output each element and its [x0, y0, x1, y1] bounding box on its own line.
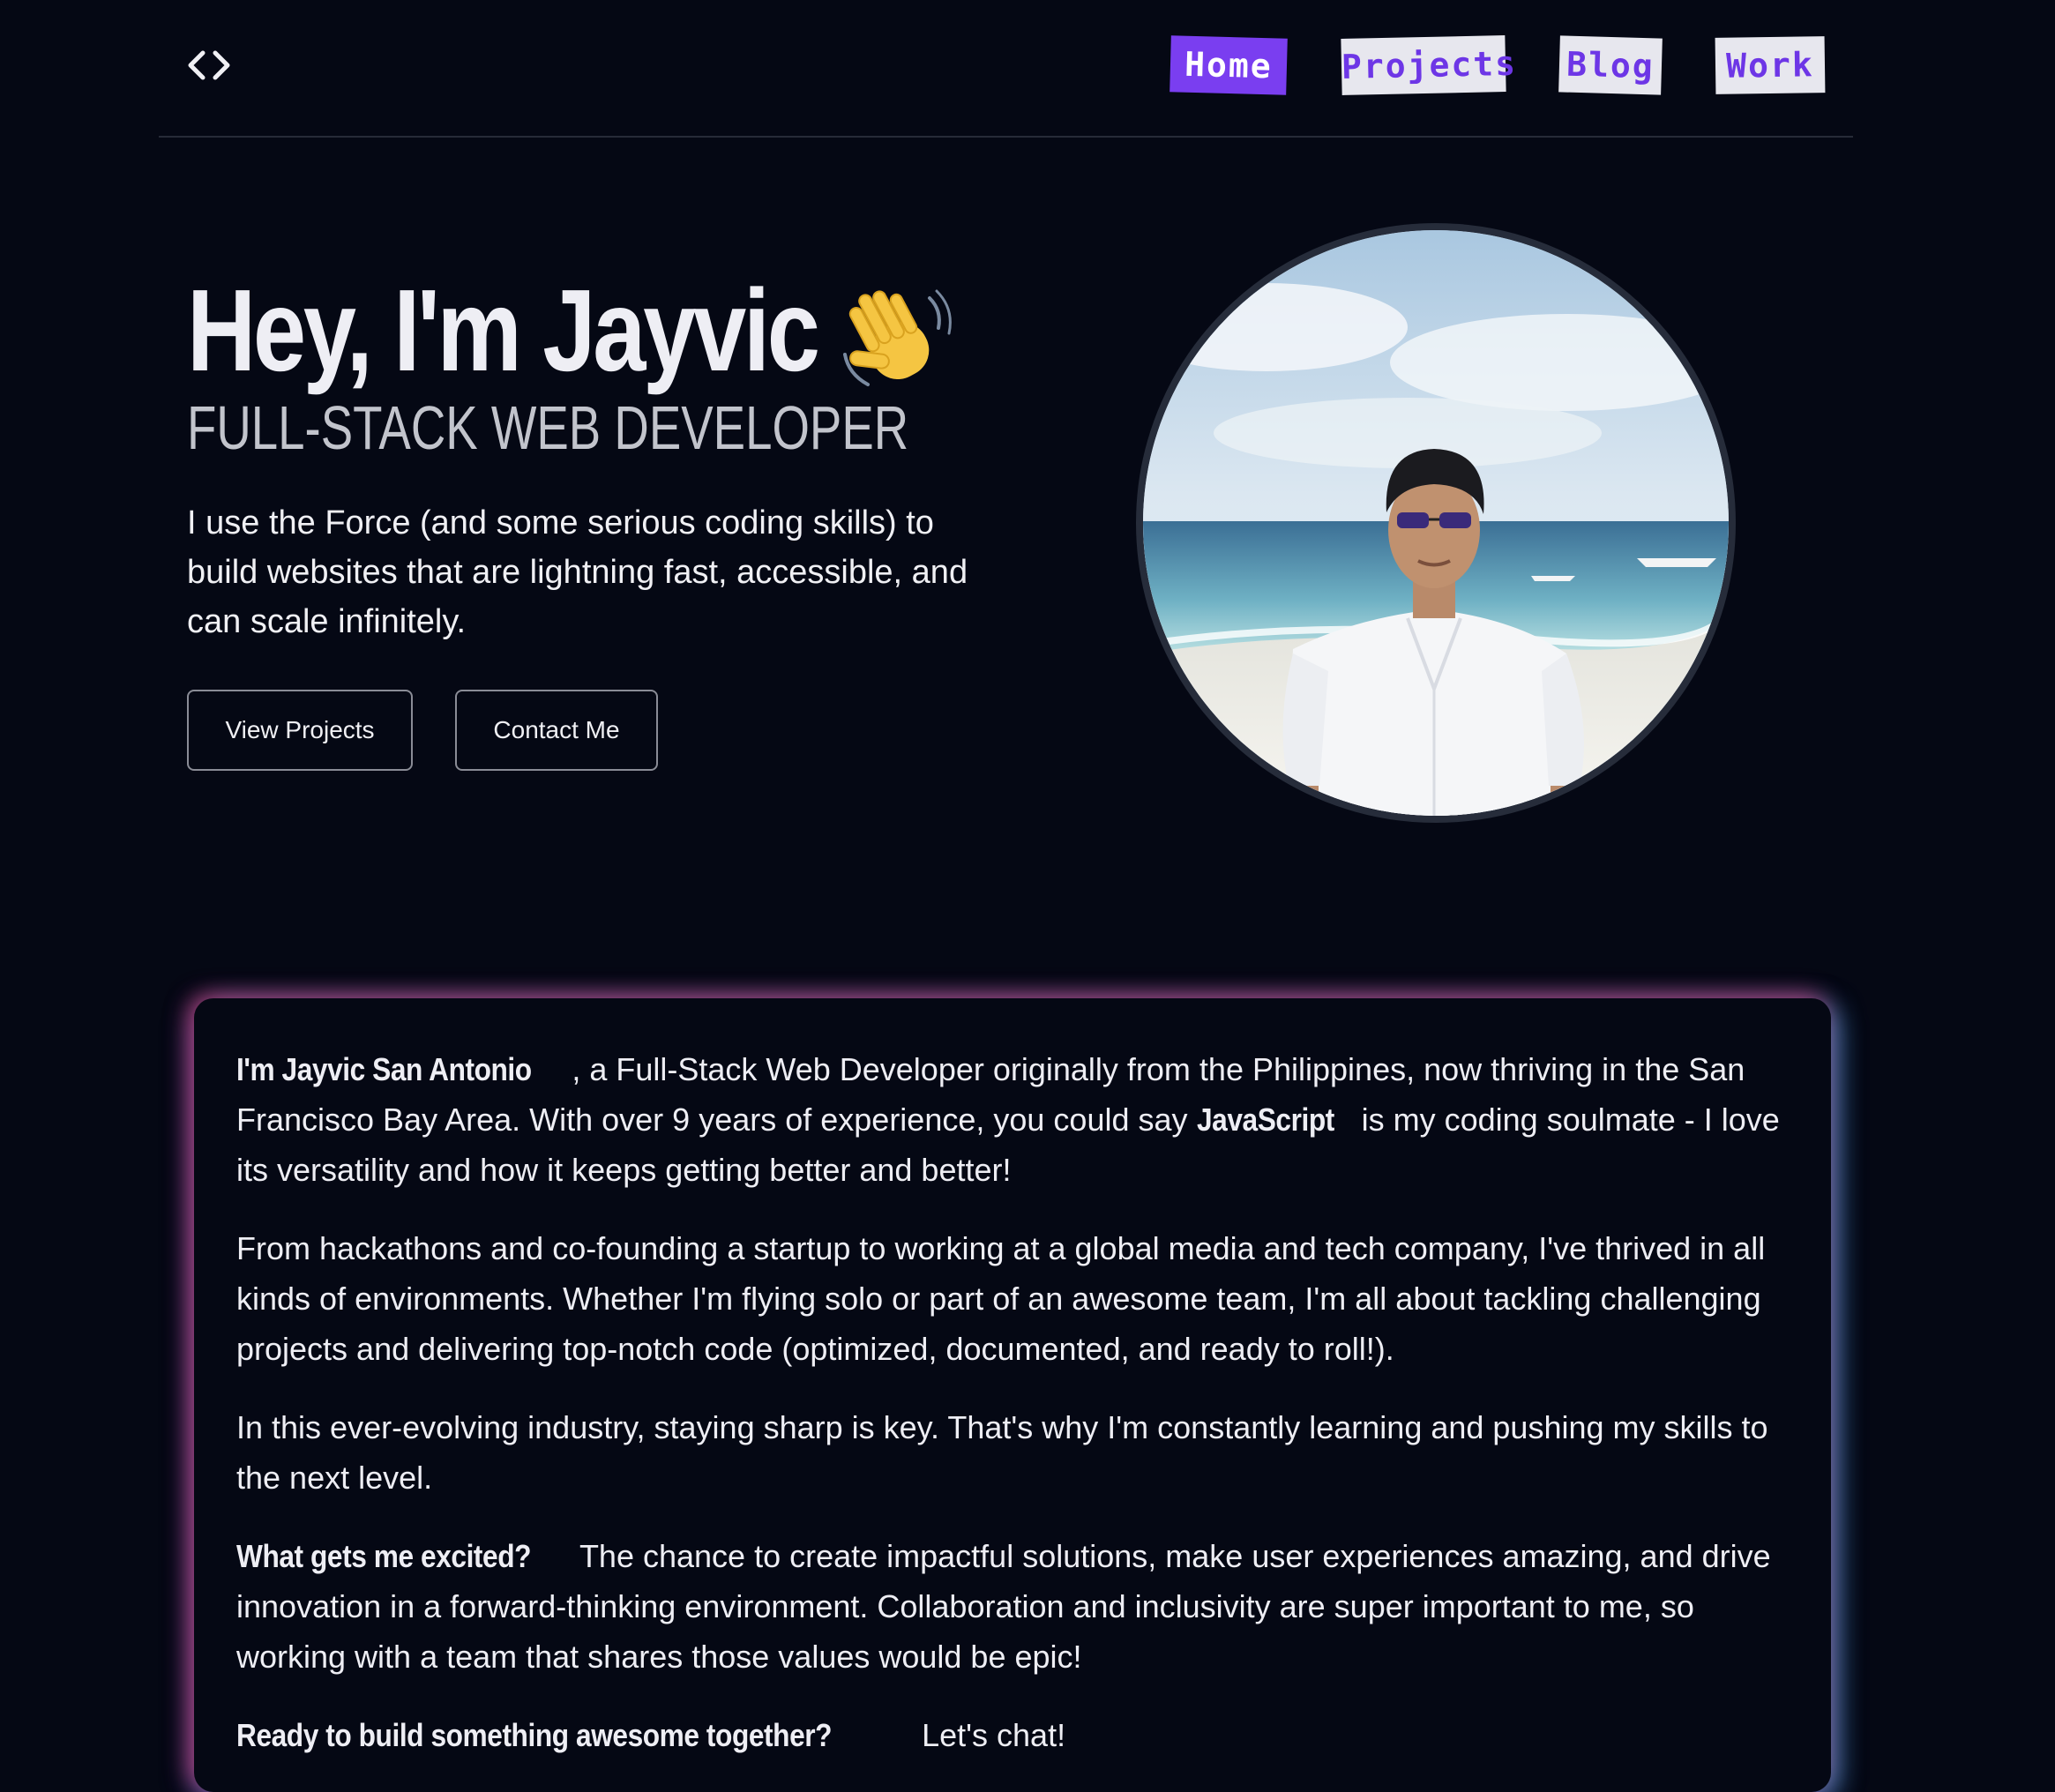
site-header: Home Projects Blog Work	[159, 0, 1853, 138]
waving-hand-icon	[843, 289, 952, 386]
nav-blog[interactable]: Blog	[1558, 35, 1663, 95]
cta-highlight: Ready to build something awesome togethe…	[236, 1717, 833, 1753]
nav-work[interactable]: Work	[1715, 36, 1826, 94]
nav-projects[interactable]: Projects	[1341, 35, 1517, 95]
about-paragraph-3: In this ever-evolving industry, staying …	[236, 1409, 1768, 1496]
excited-highlight: What gets me excited?	[236, 1538, 532, 1574]
about-section: I'm Jayvic San Antonio, a Full-Stack Web…	[194, 998, 1831, 1792]
about-paragraph-5: Ready to build something awesome togethe…	[236, 1710, 1789, 1760]
contact-me-button[interactable]: Contact Me	[455, 690, 658, 771]
hero-subtitle: FULL-STACK WEB DEVELOPER	[187, 393, 909, 462]
about-paragraph-2: From hackathons and co-founding a startu…	[236, 1230, 1766, 1367]
about-name-highlight: I'm Jayvic San Antonio	[236, 1051, 532, 1087]
hero-title: Hey, I'm Jayvic	[187, 265, 820, 395]
profile-photo	[1136, 223, 1736, 823]
code-brackets-icon[interactable]	[185, 48, 233, 83]
nav-home[interactable]: Home	[1169, 35, 1288, 95]
view-projects-button[interactable]: View Projects	[187, 690, 413, 771]
about-text: Let's chat!	[913, 1717, 1066, 1753]
hero-description: I use the Force (and some serious coding…	[187, 504, 968, 640]
about-paragraph-1: I'm Jayvic San Antonio, a Full-Stack Web…	[236, 1044, 1789, 1195]
javascript-highlight: JavaScript	[1196, 1101, 1334, 1138]
about-paragraph-4: What gets me excited? The chance to crea…	[236, 1531, 1789, 1682]
